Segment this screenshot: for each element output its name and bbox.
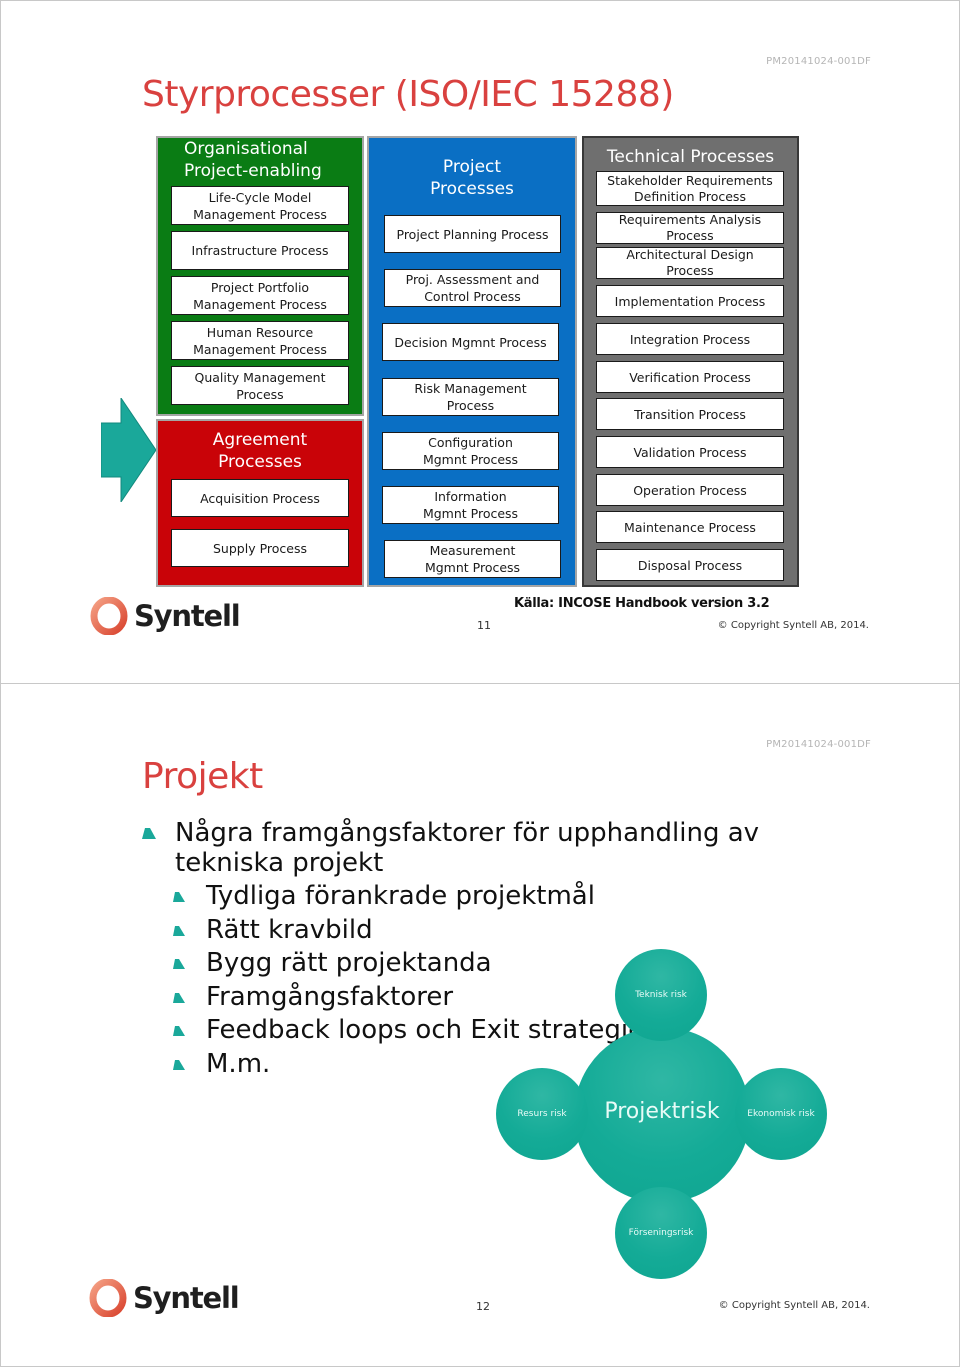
bullet-text: Feedback loops och Exit strategier [206,1015,655,1045]
bullet-text: Bygg rätt projektanda [206,948,492,978]
process-box: Information Mgmnt Process [382,486,559,524]
process-box: Decision Mgmnt Process [382,323,559,361]
process-box: Risk Management Process [382,378,559,416]
syntell-logo: Syntell [89,1279,240,1317]
group-title: Project Processes [430,157,514,199]
document-id: PM20141024-001DF [766,56,871,67]
process-box: Measurement Mgmnt Process [384,540,561,578]
sub-bullet-item: Framgångsfaktorer [140,981,840,1015]
copyright: © Copyright Syntell AB, 2014. [717,620,869,631]
bullet-text: Rätt kravbild [206,914,373,945]
source-citation: Källa: INCOSE Handbook version 3.2 [514,596,770,611]
logo-text: Syntell [133,1281,240,1315]
process-box: Project Planning Process [384,215,561,253]
arrow-right-icon [101,398,157,502]
process-box: Architectural Design Process [596,247,784,279]
bullet-icon [173,992,185,1003]
group-title: Organisational Project-enabling [184,139,322,181]
bullet-item: Några framgångsfaktorer för upphandling … [140,818,840,878]
risk-top-circle: Teknisk risk [615,949,707,1041]
process-box: Transition Process [596,398,784,430]
bullet-icon [173,925,185,936]
process-box: Configuration Mgmnt Process [382,432,559,470]
process-box: Disposal Process [596,549,784,581]
logo-text: Syntell [134,599,241,633]
group-title: Agreement Processes [212,430,308,472]
risk-label: Förseningsrisk [628,1228,694,1238]
page-number: 11 [477,619,491,632]
bullet-icon [173,959,185,969]
process-box: Supply Process [171,529,349,567]
agreement-processes-group: Agreement Processes Acquisition Process … [156,419,364,587]
page-number: 12 [476,1300,490,1313]
process-box: Infrastructure Process [171,231,349,270]
process-box: Project Portfolio Management Process [171,276,349,315]
risk-center-circle: Projektrisk [574,1027,750,1203]
risk-label: Resurs risk [517,1109,567,1119]
risk-center-label: Projektrisk [604,1098,720,1124]
bullet-text: Några framgångsfaktorer för upphandling … [175,818,760,878]
group-title: Technical Processes [606,147,775,167]
risk-label: Ekonomisk risk [747,1109,815,1119]
risk-bottom-circle: Förseningsrisk [615,1187,707,1279]
process-box: Quality Management Process [171,366,349,405]
process-box: Integration Process [596,323,784,355]
copyright: © Copyright Syntell AB, 2014. [718,1300,870,1311]
process-box: Life-Cycle Model Management Process [171,186,349,225]
process-box: Implementation Process [596,285,784,317]
process-box: Stakeholder Requirements Definition Proc… [596,171,784,206]
slide-11: PM20141024-001DF Styrprocesser (ISO/IEC … [0,0,960,684]
bullet-icon [173,892,185,902]
process-box: Proj. Assessment and Control Process [384,269,561,307]
document-id: PM20141024-001DF [766,739,871,750]
project-processes-group: Project Processes Project Planning Proce… [367,136,577,587]
sub-bullet-item: Rätt kravbild [140,914,840,948]
process-box: Requirements Analysis Process [596,212,784,244]
process-box: Maintenance Process [596,511,784,543]
process-box: Human Resource Management Process [171,321,349,360]
slide-title: Styrprocesser (ISO/IEC 15288) [142,74,674,115]
process-box: Operation Process [596,474,784,506]
bullet-text: M.m. [206,1048,271,1079]
bullet-text: Tydliga förankrade projektmål [206,881,595,911]
sub-bullet-item: Feedback loops och Exit strategier [140,1014,840,1048]
sub-bullet-item: Bygg rätt projektanda [140,947,840,981]
bullet-icon [142,828,156,839]
bullet-text: Framgångsfaktorer [206,981,454,1012]
risk-left-circle: Resurs risk [496,1068,588,1160]
technical-processes-group: Technical Processes Stakeholder Requirem… [582,136,799,587]
process-box: Verification Process [596,361,784,393]
syntell-logo-icon [89,1279,127,1317]
risk-right-circle: Ekonomisk risk [735,1068,827,1160]
bullet-list: Några framgångsfaktorer för upphandling … [140,818,840,1081]
risk-label: Teknisk risk [635,990,687,1000]
sub-bullet-item: Tydliga förankrade projektmål [140,880,840,914]
process-box: Validation Process [596,436,784,468]
process-box: Acquisition Process [171,479,349,517]
organisational-processes-group: Organisational Project-enabling Life-Cyc… [156,136,364,416]
bullet-icon [173,1059,185,1070]
syntell-logo-icon [90,597,128,635]
slide-title: Projekt [142,756,263,797]
bullet-icon [173,1026,185,1036]
syntell-logo: Syntell [90,597,241,635]
